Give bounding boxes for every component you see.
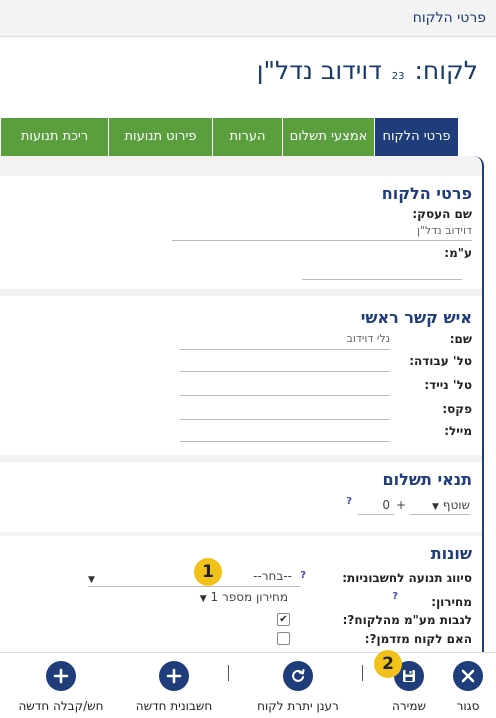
customer-number: 23 <box>391 71 405 82</box>
save-label: שמירה <box>392 699 426 713</box>
new-invoice-button[interactable]: חשבונית חדשה <box>128 661 220 713</box>
contact-name-label: שם: <box>449 332 472 346</box>
days-underline <box>358 514 394 515</box>
help-icon[interactable]: ? <box>346 496 352 507</box>
help-icon[interactable]: ? <box>392 591 398 602</box>
payment-terms-section: תנאי תשלום שוטף ▼ + 0 ? <box>0 462 482 532</box>
new-receipt-invoice-button[interactable]: חש/קבלה חדשה <box>8 661 114 713</box>
window-title: פרטי הלקוח <box>412 10 486 26</box>
invoice-class-label: סיווג תנועה לחשבוניות: <box>342 571 472 585</box>
email-label: מייל: <box>444 424 472 438</box>
chevron-down-icon: ▼ <box>199 594 207 604</box>
invoice-class-value: --בחר-- <box>253 569 292 583</box>
bottom-toolbar: סגור שמירה רענן יתרת לקוח חשבונית חדשה ח… <box>0 652 496 718</box>
business-name-input[interactable] <box>172 240 472 241</box>
tab-customer-details[interactable]: פרטי הלקוח <box>374 118 458 156</box>
price-list-value: מחירון מספר 1 <box>210 590 288 604</box>
occasional-customer-checkbox[interactable] <box>277 632 290 645</box>
close-icon <box>453 661 483 691</box>
refresh-balance-button[interactable]: רענן יתרת לקוח <box>256 661 340 713</box>
section-title: שונות <box>430 544 472 563</box>
fax-input[interactable] <box>180 419 390 420</box>
customer-details-section: פרטי הלקוח שם העסק: דוידוב נדל"ן ע"מ: <box>0 176 482 289</box>
tab-notes[interactable]: הערות <box>212 118 282 156</box>
mobile-input[interactable] <box>180 395 390 396</box>
step-badge-2: 2 <box>374 650 402 678</box>
tab-payment-methods[interactable]: אמצעי תשלום <box>282 118 374 156</box>
tab-bar: פרטי הלקוח אמצעי תשלום הערות פירוט תנועו… <box>0 118 458 156</box>
content-panel: פרטי הלקוח שם העסק: דוידוב נדל"ן ע"מ: אי… <box>0 156 484 652</box>
payment-term-value: שוטף <box>442 498 470 512</box>
collect-vat-checkbox[interactable]: ✔ <box>277 613 290 626</box>
payment-term-underline <box>410 514 470 515</box>
vat-input[interactable] <box>302 279 462 280</box>
section-title: תנאי תשלום <box>382 470 472 489</box>
new-receipt-invoice-label: חש/קבלה חדשה <box>18 699 104 713</box>
refresh-balance-label: רענן יתרת לקוח <box>257 699 339 713</box>
email-input[interactable] <box>180 441 390 442</box>
misc-section: שונות סיווג תנועה לחשבוניות: ? --בחר-- ▼… <box>0 536 482 652</box>
main-contact-section: איש קשר ראשי שם: נלי דוידוב טל' עבודה: ט… <box>0 296 482 455</box>
chevron-down-icon: ▼ <box>432 502 439 512</box>
close-label: סגור <box>456 699 480 713</box>
tab-transaction-details[interactable]: פירוט תנועות <box>108 118 212 156</box>
step-badge-1: 1 <box>194 558 222 586</box>
payment-term-select[interactable]: שוטף ▼ <box>432 498 470 512</box>
work-phone-input[interactable] <box>180 371 390 372</box>
plus-icon <box>46 661 76 691</box>
customer-prefix: לקוח: <box>414 56 478 85</box>
invoice-class-select[interactable] <box>88 586 300 587</box>
customer-name: דוידוב נדל"ן <box>256 56 382 85</box>
price-list-select[interactable]: מחירון מספר 1 ▼ <box>200 590 288 604</box>
business-name-value: דוידוב נדל"ן <box>416 224 472 237</box>
occasional-customer-label: האם לקוח מזדמן?: <box>364 632 472 646</box>
toolbar-separator <box>362 665 363 681</box>
mobile-label: טל' נייד: <box>424 378 472 392</box>
contact-name-value: נלי דוידוב <box>346 332 390 345</box>
vat-label: ע"מ: <box>444 246 472 260</box>
title-bar: פרטי הלקוח <box>0 0 496 37</box>
collect-vat-label: לגבות מע"מ מהלקוח?: <box>342 613 472 627</box>
new-invoice-label: חשבונית חדשה <box>135 699 213 713</box>
tab-transaction-summary[interactable]: ריכת תנועות <box>0 118 108 156</box>
price-list-label: מחירון: <box>431 595 472 609</box>
plus-sign: + <box>395 498 406 512</box>
business-name-label: שם העסק: <box>412 207 472 221</box>
section-title: איש קשר ראשי <box>360 308 472 327</box>
plus-icon <box>159 661 189 691</box>
customer-heading: לקוח: 23 דוידוב נדל"ן <box>257 56 478 85</box>
close-button[interactable]: סגור <box>448 661 488 713</box>
work-phone-label: טל' עבודה: <box>409 354 472 368</box>
section-title: פרטי הלקוח <box>381 184 472 203</box>
refresh-icon <box>283 661 313 691</box>
help-icon[interactable]: ? <box>300 570 306 581</box>
toolbar-separator <box>228 665 229 681</box>
fax-label: פקס: <box>442 402 472 416</box>
chevron-down-icon[interactable]: ▼ <box>88 571 95 585</box>
contact-name-input[interactable] <box>180 349 390 350</box>
days-input[interactable]: 0 <box>382 498 390 512</box>
